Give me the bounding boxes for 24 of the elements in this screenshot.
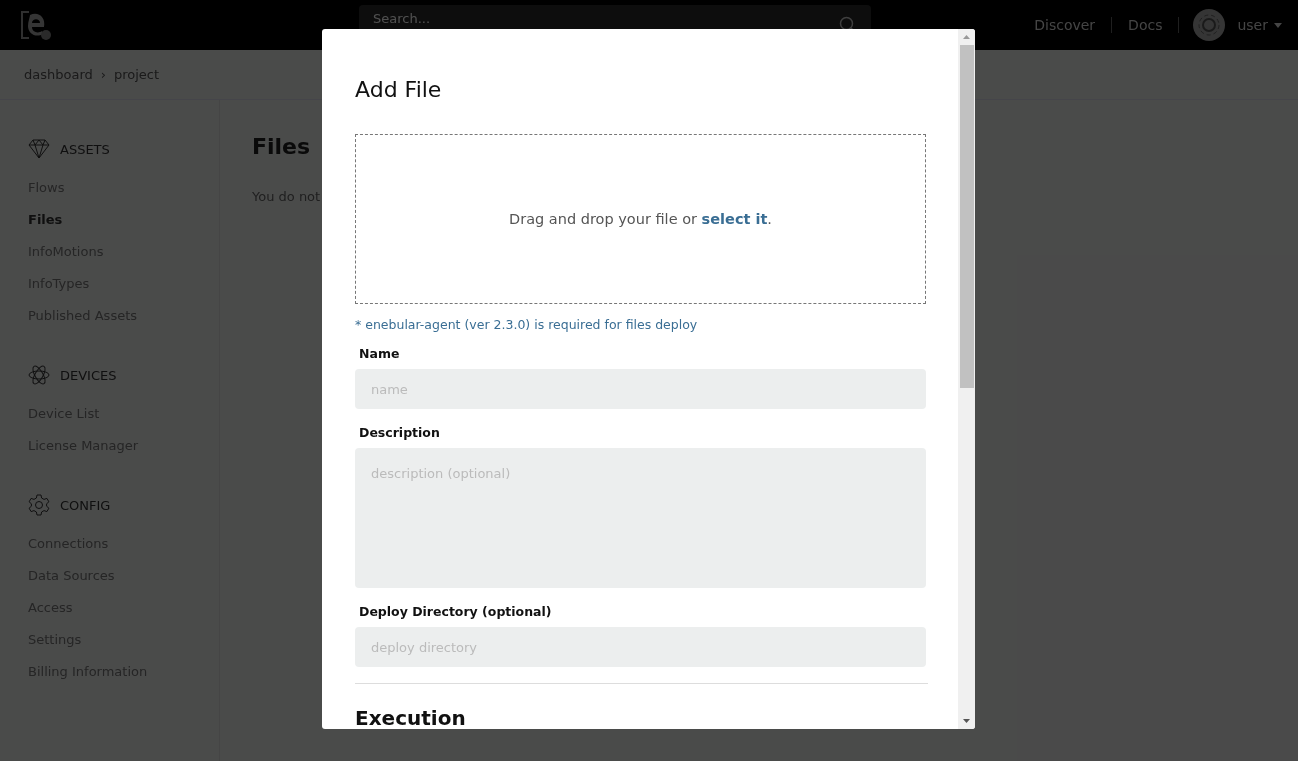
field-label: Description bbox=[359, 425, 441, 440]
settings-icon bbox=[28, 494, 50, 516]
section-heading: CONFIG bbox=[60, 497, 111, 513]
diamond-icon bbox=[28, 139, 50, 159]
avatar-icon[interactable] bbox=[1193, 9, 1226, 41]
nav-link[interactable]: Discover bbox=[1018, 17, 1113, 33]
page-title: Files bbox=[252, 134, 312, 159]
drop-zone-text: Drag and drop your file or select it. bbox=[509, 211, 772, 227]
section-heading: ASSETS bbox=[60, 141, 110, 157]
sidebar-item[interactable]: Files bbox=[28, 204, 219, 236]
file-drop-zone[interactable]: Drag and drop your file or select it. bbox=[355, 134, 926, 304]
section-heading: Execution bbox=[355, 706, 467, 729]
user-menu[interactable]: user bbox=[1237, 17, 1282, 33]
scrollbar[interactable] bbox=[958, 29, 975, 729]
requirement-note: * enebular-agent (ver 2.3.0) is required for files deploy bbox=[355, 317, 699, 332]
section-heading: DEVICES bbox=[60, 367, 117, 383]
field-label: Name bbox=[359, 346, 401, 361]
select-file-link[interactable]: select it bbox=[701, 211, 768, 227]
breadcrumb-separator: › bbox=[100, 67, 106, 82]
atom-icon bbox=[28, 364, 50, 386]
nav-link[interactable]: Docs bbox=[1112, 17, 1180, 33]
field-label: Deploy Directory (optional) bbox=[359, 604, 553, 619]
caret-icon bbox=[1274, 22, 1282, 28]
dialog-title: Add File bbox=[355, 77, 443, 102]
